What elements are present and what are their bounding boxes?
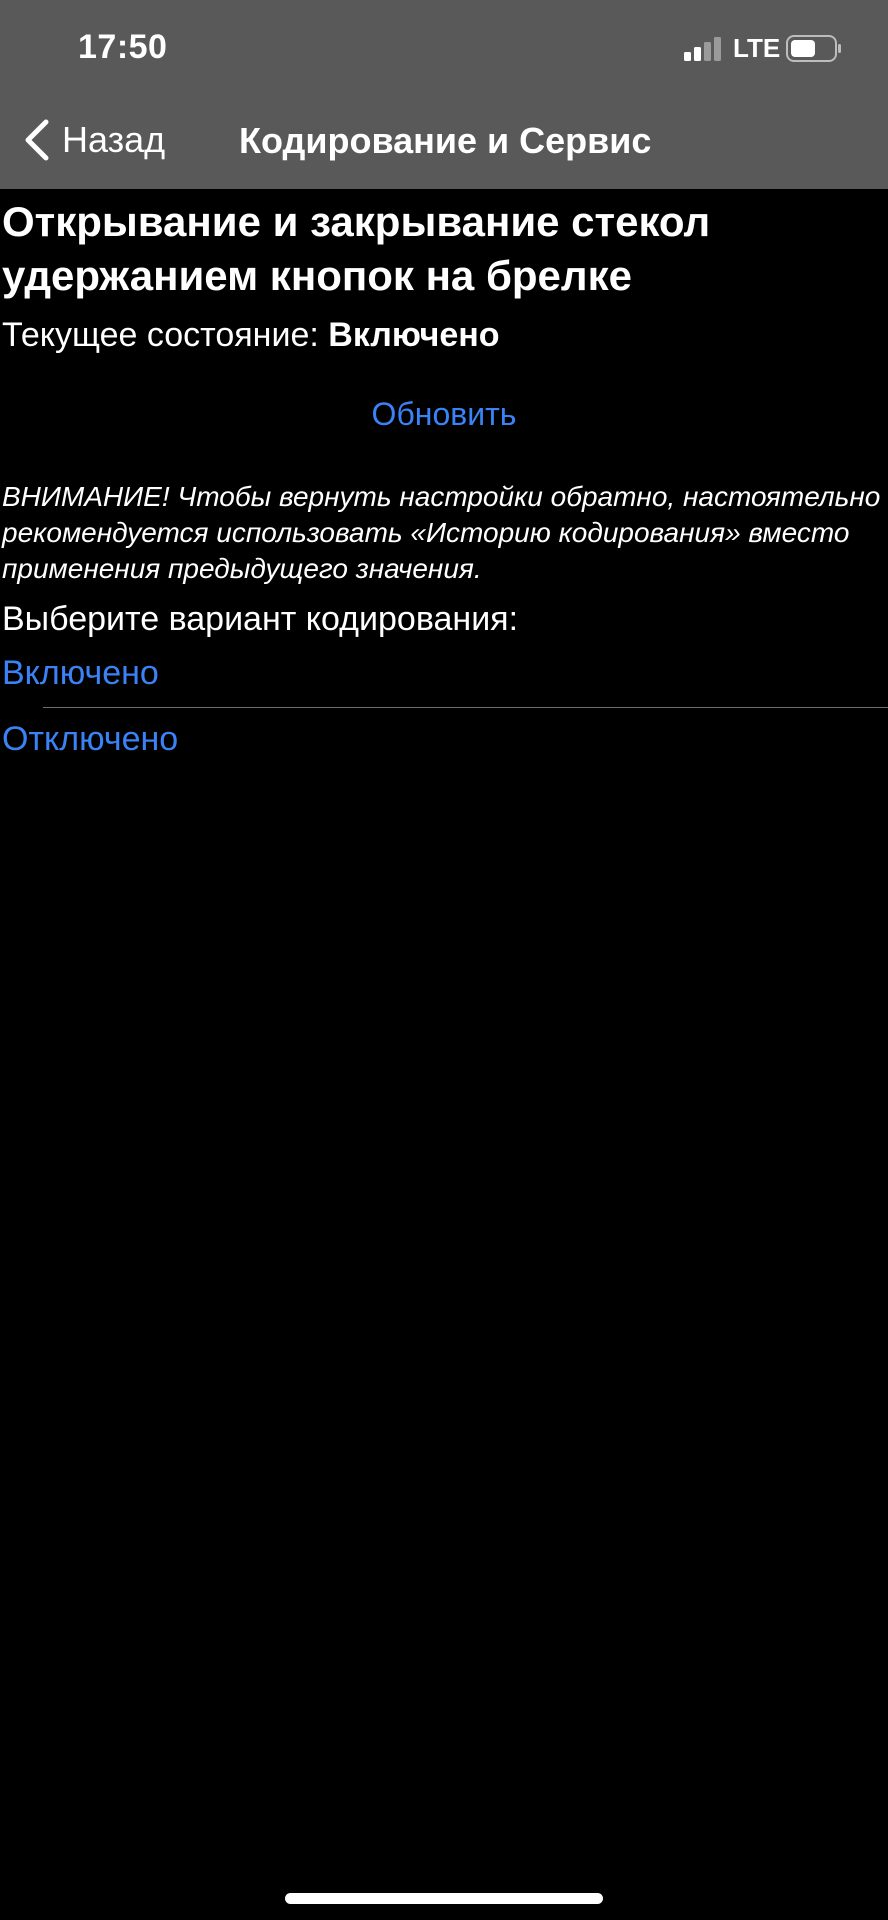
status-time: 17:50 xyxy=(78,28,168,66)
refresh-button[interactable]: Обновить xyxy=(0,396,888,433)
divider xyxy=(43,707,888,708)
current-state-value: Включено xyxy=(328,316,500,354)
header: 17:50 LTE Назад Кодирование и Сервис xyxy=(0,0,888,189)
current-state: Текущее состояние: Включено xyxy=(2,316,500,355)
screen: 17:50 LTE Назад Кодирование и Сервис Отк… xyxy=(0,0,888,1920)
option-enabled[interactable]: Включено xyxy=(2,654,159,693)
choose-option-label: Выберите вариант кодирования: xyxy=(2,600,519,638)
chevron-left-icon xyxy=(25,119,49,161)
battery-icon xyxy=(786,35,841,62)
back-label: Назад xyxy=(62,119,166,160)
back-button[interactable]: Назад xyxy=(22,116,165,164)
feature-title: Открывание и закрывание стекол удержание… xyxy=(2,198,711,299)
network-label: LTE xyxy=(733,33,781,63)
warning-text: ВНИМАНИЕ! Чтобы вернуть настройки обратн… xyxy=(2,481,881,584)
signal-bars-icon xyxy=(684,37,721,61)
current-state-label: Текущее состояние: xyxy=(2,316,329,354)
nav-bar: Назад Кодирование и Сервис xyxy=(0,96,888,189)
option-disabled[interactable]: Отключено xyxy=(2,720,178,759)
home-indicator[interactable] xyxy=(285,1893,603,1904)
page-title: Кодирование и Сервис xyxy=(239,120,652,161)
status-bar: 17:50 LTE xyxy=(0,0,888,96)
